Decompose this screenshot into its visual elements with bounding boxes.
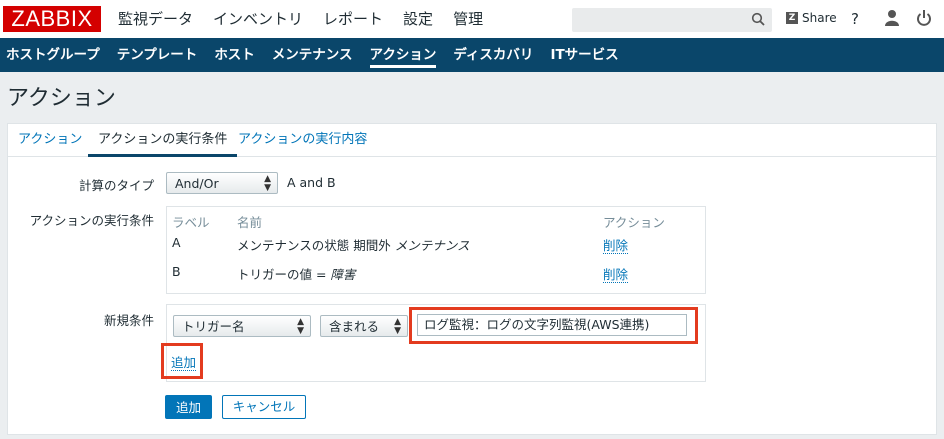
condition-b-text: トリガーの値 = xyxy=(237,267,331,282)
conditions-table: ラベル 名前 アクション A メンテナンスの状態 期間外 メンテナンス 削除 B… xyxy=(166,206,706,294)
header-action: アクション xyxy=(603,215,665,230)
condition-a-name: メンテナンスの状態 期間外 メンテナンス xyxy=(237,235,469,254)
sub-navigation-bar: ホストグループ テンプレート ホスト メンテナンス アクション ディスカバリ I… xyxy=(0,38,944,72)
menu-configuration[interactable]: 設定 xyxy=(393,0,443,38)
condition-operator-select[interactable]: 含まれる ▲ ▼ xyxy=(320,315,408,337)
search-input[interactable] xyxy=(572,8,772,32)
conditions-label: アクションの実行条件 xyxy=(29,213,154,228)
menu-reports[interactable]: レポート xyxy=(313,0,393,38)
condition-b-value: 障害 xyxy=(330,267,356,282)
condition-b-remove-link[interactable]: 削除 xyxy=(603,264,629,283)
add-button[interactable]: 追加 xyxy=(165,395,212,419)
action-form-panel: アクション アクションの実行条件 アクションの実行内容 計算のタイプ And/O… xyxy=(7,123,937,435)
condition-a-remove-link[interactable]: 削除 xyxy=(603,235,629,254)
submenu-actions[interactable]: アクション xyxy=(369,38,448,72)
menu-inventory[interactable]: インベントリ xyxy=(203,0,313,38)
top-navigation-bar: ZABBIX 監視データ インベントリ レポート 設定 管理 Z Share ? xyxy=(0,0,944,39)
tab-bar: アクション アクションの実行条件 アクションの実行内容 xyxy=(8,124,936,157)
remove-link-text[interactable]: 削除 xyxy=(603,267,629,283)
tab-operations[interactable]: アクションの実行内容 xyxy=(228,124,377,156)
remove-link-text[interactable]: 削除 xyxy=(603,238,629,254)
condition-b-name: トリガーの値 = 障害 xyxy=(237,264,355,283)
calc-type-value: And/Or xyxy=(175,176,219,191)
condition-operator-value: 含まれる xyxy=(329,319,380,334)
select-arrows-icon: ▲ ▼ xyxy=(297,317,304,336)
search-icon[interactable] xyxy=(751,12,765,30)
cancel-button[interactable]: キャンセル xyxy=(222,395,306,419)
page-title: アクション xyxy=(7,86,116,111)
tab-action[interactable]: アクション xyxy=(8,124,92,156)
submenu-hosts[interactable]: ホスト xyxy=(214,38,266,72)
main-menu: 監視データ インベントリ レポート 設定 管理 xyxy=(108,0,493,38)
add-condition-link-text[interactable]: 追加 xyxy=(171,355,197,371)
add-condition-link[interactable]: 追加 xyxy=(171,352,197,371)
condition-type-select[interactable]: トリガー名 ▲ ▼ xyxy=(173,315,311,337)
menu-monitoring[interactable]: 監視データ xyxy=(108,0,203,38)
help-icon[interactable]: ? xyxy=(851,10,859,28)
condition-value-input[interactable]: ログ監視：ログの文字列監視(AWS連携) xyxy=(417,314,687,336)
submenu-maintenance[interactable]: メンテナンス xyxy=(272,38,364,72)
submenu-templates[interactable]: テンプレート xyxy=(117,38,209,72)
condition-a-label: A xyxy=(172,235,181,250)
tab-conditions[interactable]: アクションの実行条件 xyxy=(88,124,238,157)
header-name: 名前 xyxy=(237,215,263,230)
submenu-host-groups[interactable]: ホストグループ xyxy=(6,38,111,72)
sub-menu: ホストグループ テンプレート ホスト メンテナンス アクション ディスカバリ I… xyxy=(0,38,944,72)
user-profile-icon[interactable] xyxy=(884,9,900,31)
calc-type-label: 計算のタイプ xyxy=(78,178,154,193)
calc-expression: A and B xyxy=(287,175,336,190)
share-link[interactable]: Z Share xyxy=(786,11,837,25)
zabbix-logo[interactable]: ZABBIX xyxy=(3,6,101,32)
header-label: ラベル xyxy=(172,215,210,230)
condition-a-text: メンテナンスの状態 期間外 xyxy=(237,238,395,253)
submenu-it-services[interactable]: ITサービス xyxy=(550,38,629,72)
condition-type-value: トリガー名 xyxy=(182,319,245,334)
condition-b-label: B xyxy=(172,264,181,279)
new-condition-box: トリガー名 ▲ ▼ 含まれる ▲ ▼ ログ監視：ログの文字列監視(AWS連携) 追加 xyxy=(166,304,706,382)
share-label: Share xyxy=(802,11,837,25)
calc-type-select[interactable]: And/Or ▲ ▼ xyxy=(166,172,278,194)
submenu-discovery[interactable]: ディスカバリ xyxy=(453,38,544,72)
share-z-icon: Z xyxy=(786,12,798,24)
menu-administration[interactable]: 管理 xyxy=(443,0,493,38)
condition-a-value: メンテナンス xyxy=(394,238,470,253)
new-condition-label: 新規条件 xyxy=(103,313,154,328)
select-arrows-icon: ▲ ▼ xyxy=(394,317,401,336)
select-arrows-icon: ▲ ▼ xyxy=(264,174,271,193)
sign-out-icon[interactable] xyxy=(916,9,932,31)
